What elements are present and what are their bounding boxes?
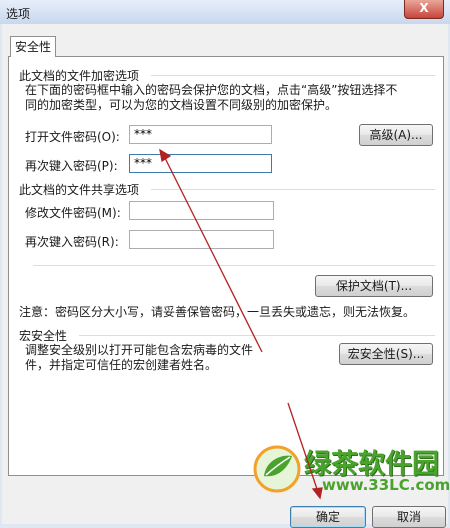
tab-security[interactable]: 安全性 bbox=[10, 36, 56, 57]
tab-security-label: 安全性 bbox=[14, 40, 51, 54]
annotation-arrowhead-ok bbox=[311, 487, 323, 500]
annotation-arrows bbox=[159, 148, 323, 500]
annotation-arrow-to-password bbox=[163, 155, 263, 353]
annotation-arrow-to-ok bbox=[287, 402, 319, 493]
annotation-arrowhead-password bbox=[159, 148, 172, 163]
